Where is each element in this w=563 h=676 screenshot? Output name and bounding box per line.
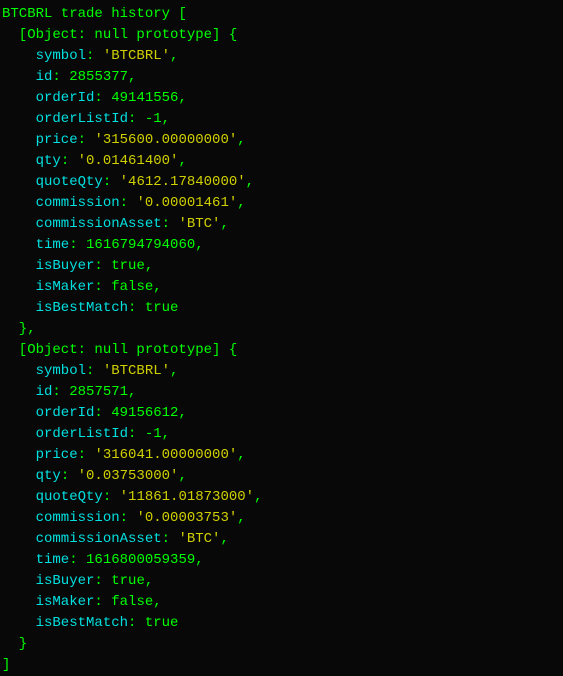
log-line: commissionAsset: 'BTC',: [2, 214, 561, 235]
log-line: isBestMatch: true: [2, 298, 561, 319]
log-line: },: [2, 319, 561, 340]
log-line: quoteQty: '11861.01873000',: [2, 487, 561, 508]
log-line: isMaker: false,: [2, 277, 561, 298]
log-line: symbol: 'BTCBRL',: [2, 361, 561, 382]
log-line: isMaker: false,: [2, 592, 561, 613]
log-line: time: 1616794794060,: [2, 235, 561, 256]
log-line: commission: '0.00001461',: [2, 193, 561, 214]
log-line: id: 2857571,: [2, 382, 561, 403]
log-line: id: 2855377,: [2, 67, 561, 88]
log-line: [Object: null prototype] {: [2, 340, 561, 361]
log-line: symbol: 'BTCBRL',: [2, 46, 561, 67]
log-line: orderListId: -1,: [2, 424, 561, 445]
log-line: isBestMatch: true: [2, 613, 561, 634]
log-line: isBuyer: true,: [2, 256, 561, 277]
log-line: quoteQty: '4612.17840000',: [2, 172, 561, 193]
console-output: BTCBRL trade history [ [Object: null pro…: [2, 4, 561, 676]
log-line: price: '316041.00000000',: [2, 445, 561, 466]
log-line: [Object: null prototype] {: [2, 25, 561, 46]
title-line: BTCBRL trade history [: [2, 4, 561, 25]
log-line: qty: '0.01461400',: [2, 151, 561, 172]
log-line: commissionAsset: 'BTC',: [2, 529, 561, 550]
log-line: }: [2, 634, 561, 655]
log-line: qty: '0.03753000',: [2, 466, 561, 487]
log-line: price: '315600.00000000',: [2, 130, 561, 151]
log-line: commission: '0.00003753',: [2, 508, 561, 529]
log-line: orderListId: -1,: [2, 109, 561, 130]
log-line: orderId: 49156612,: [2, 403, 561, 424]
log-line: time: 1616800059359,: [2, 550, 561, 571]
log-line: ]: [2, 655, 561, 676]
log-line: isBuyer: true,: [2, 571, 561, 592]
log-line: orderId: 49141556,: [2, 88, 561, 109]
